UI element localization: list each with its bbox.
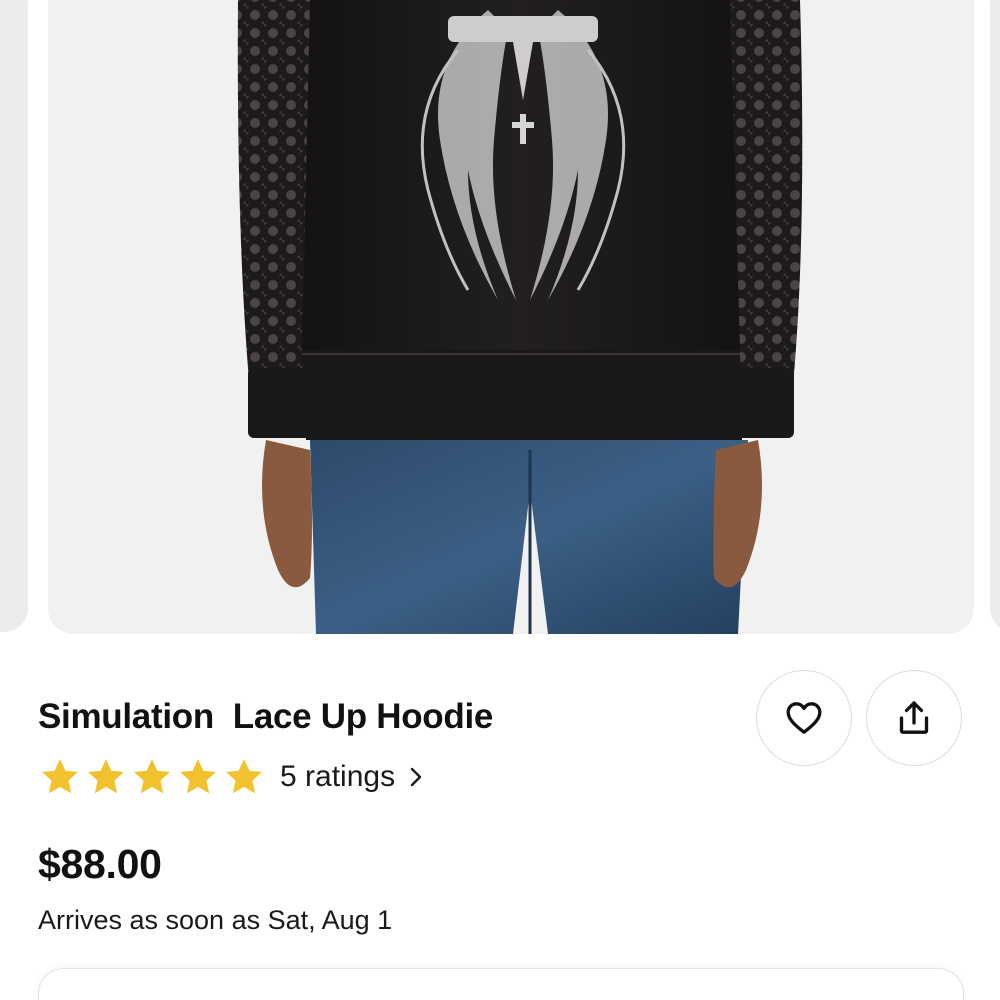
ratings-count: 5 ratings <box>280 760 423 794</box>
product-photo-illustration <box>48 0 974 634</box>
delivery-estimate: Arrives as soon as Sat, Aug 1 <box>38 905 393 935</box>
star-rating <box>38 755 266 799</box>
options-card[interactable] <box>38 968 964 1000</box>
share-button[interactable] <box>866 670 962 766</box>
star-icon <box>88 759 124 794</box>
heart-icon <box>786 702 822 734</box>
star-icon <box>42 759 78 794</box>
product-photo[interactable] <box>48 0 974 634</box>
rating-link[interactable]: 5 ratings <box>38 752 423 802</box>
ratings-count-label: 5 ratings <box>280 760 396 793</box>
image-carousel[interactable] <box>0 0 1000 634</box>
previous-image-peek[interactable] <box>0 0 28 632</box>
star-icon <box>134 759 170 794</box>
product-title: Simulation Lace Up Hoodie <box>38 697 494 736</box>
star-icon <box>180 759 216 794</box>
star-icon <box>226 759 262 794</box>
next-image-peek[interactable] <box>990 0 1000 632</box>
chevron-right-icon <box>410 767 422 787</box>
favorite-button[interactable] <box>756 670 852 766</box>
share-icon <box>899 701 929 734</box>
product-price: $88.00 <box>38 841 162 887</box>
product-page: Simulation Lace Up Hoodie 5 ratings $88.… <box>0 0 1000 1000</box>
